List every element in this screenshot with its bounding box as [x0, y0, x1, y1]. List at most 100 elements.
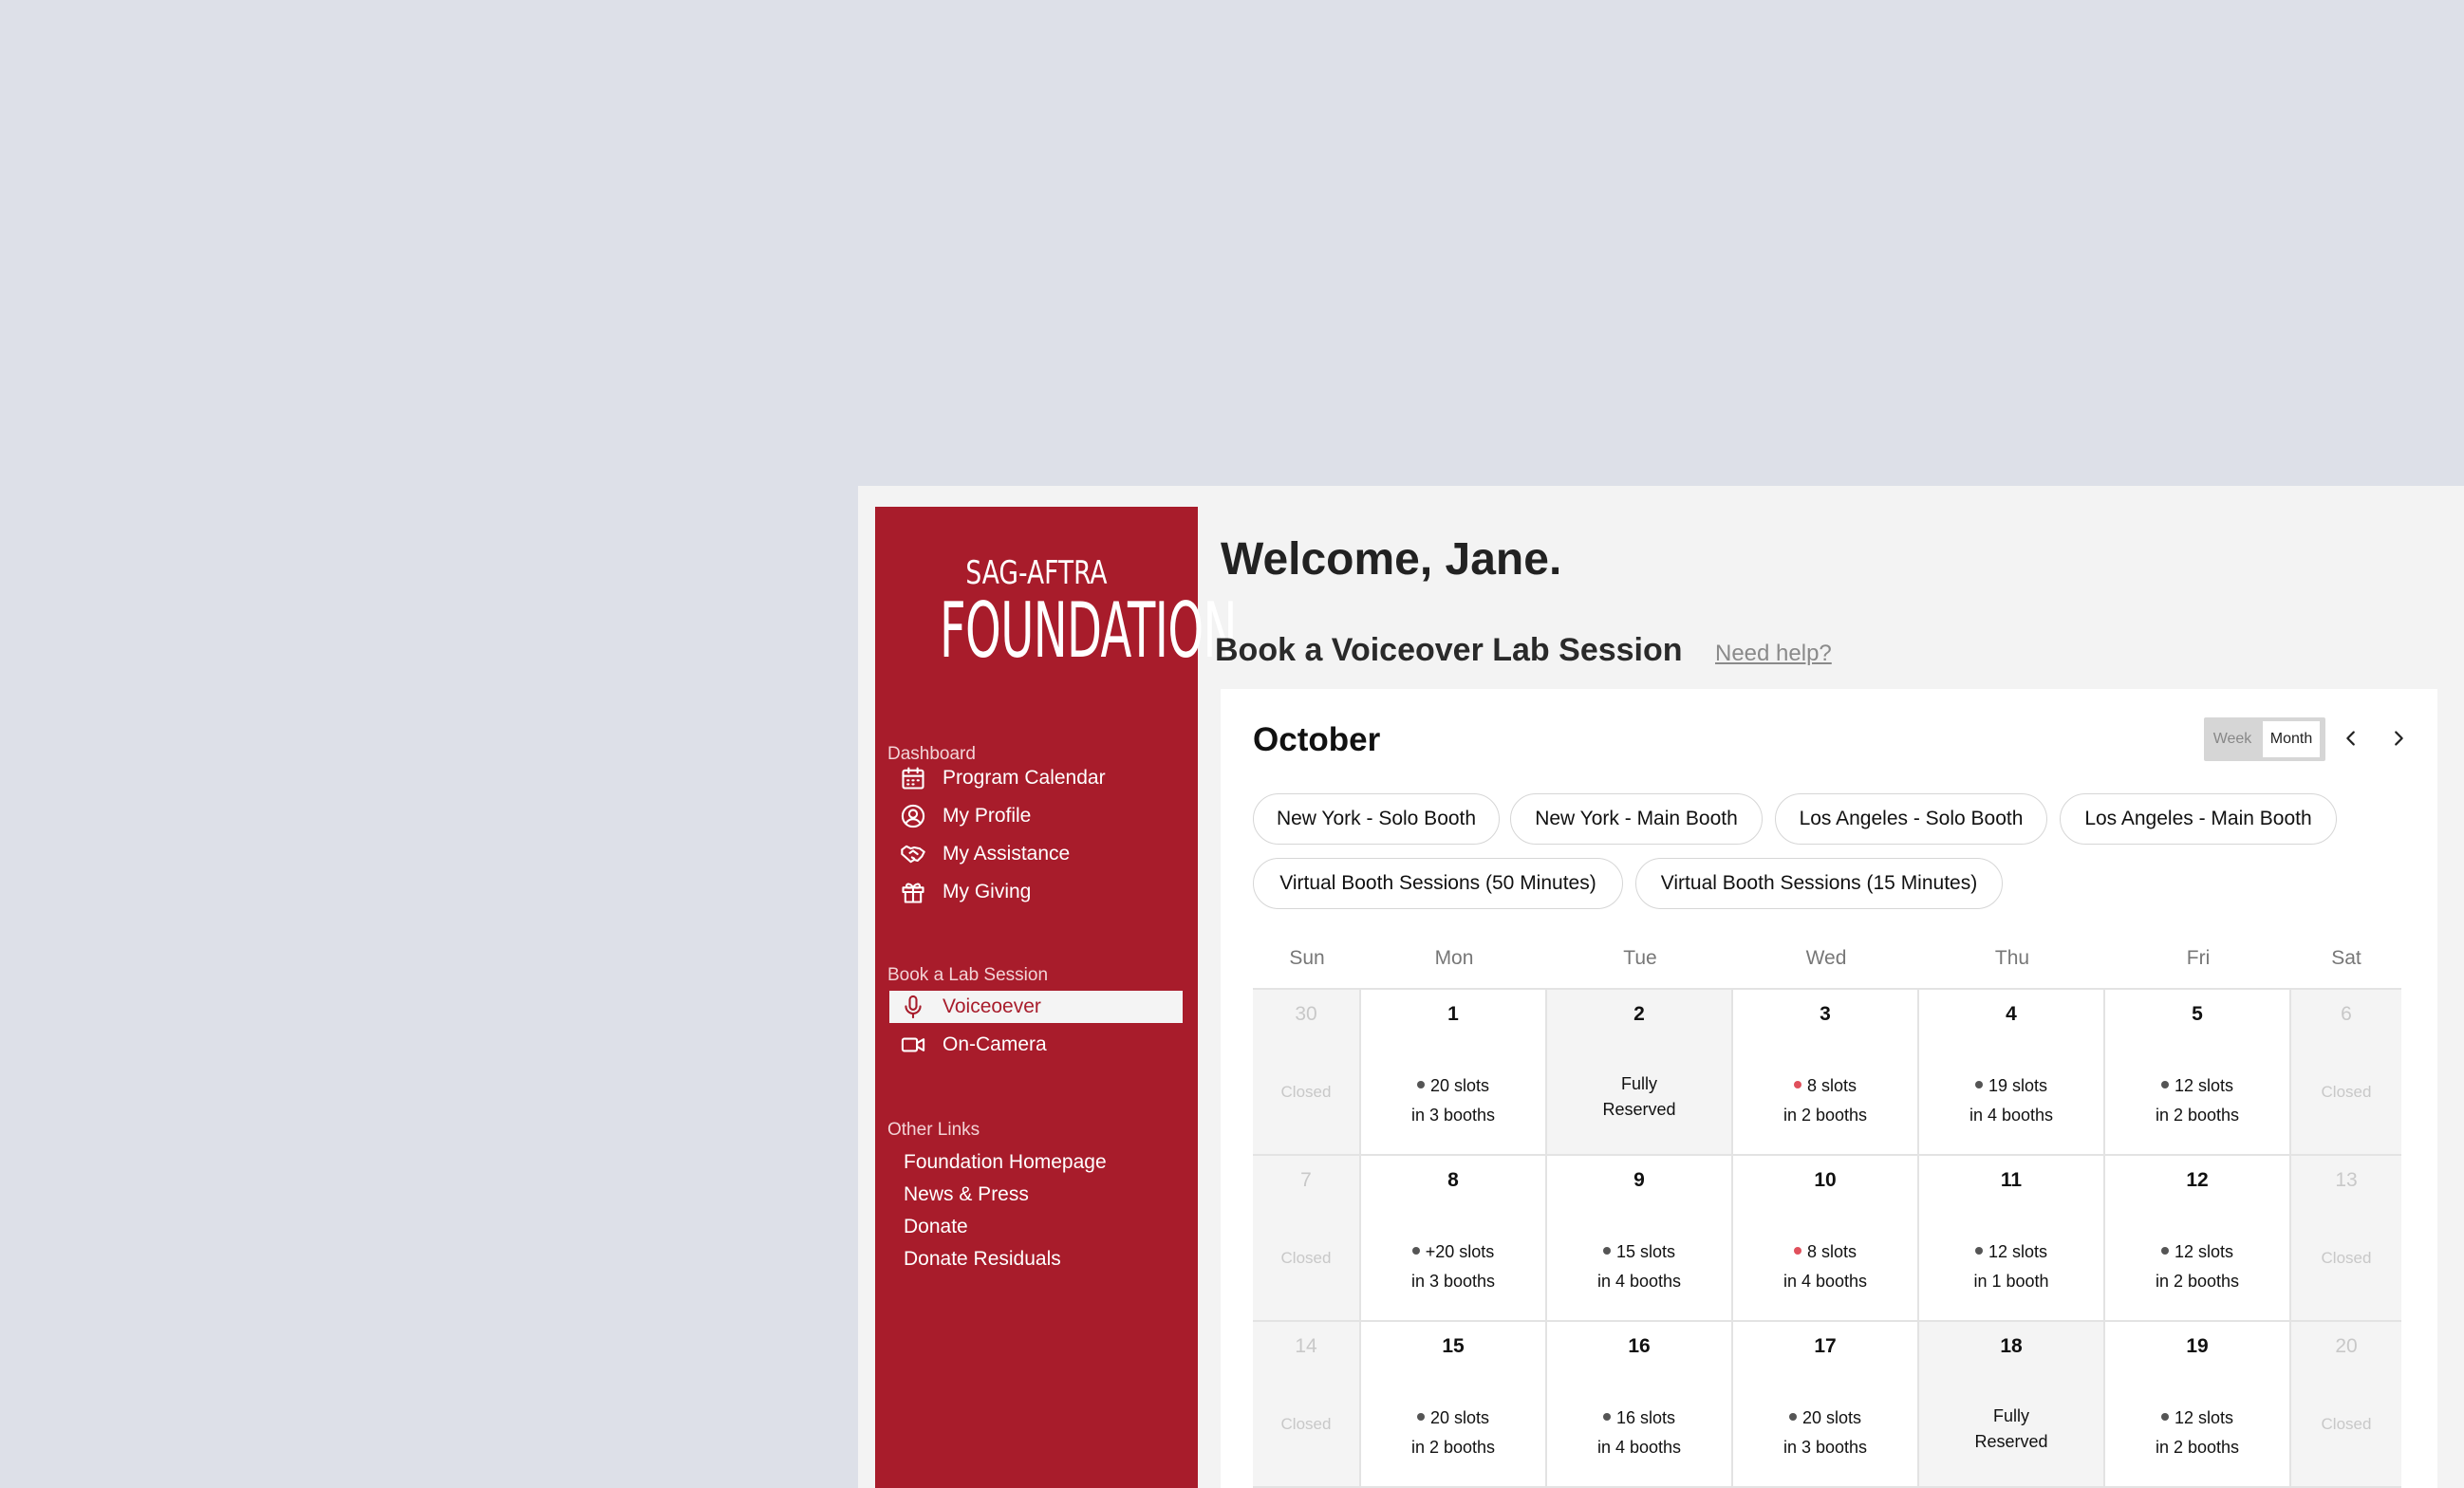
- need-help-link[interactable]: Need help?: [1715, 641, 1832, 667]
- day-number: 10: [1814, 1169, 1837, 1191]
- booth-filter-chip[interactable]: Los Angeles - Main Booth: [2060, 793, 2337, 845]
- day-number: 4: [2006, 1003, 2017, 1025]
- availability-info: 15 slots in 4 booths: [1547, 1237, 1731, 1296]
- sidebar-item-on-camera[interactable]: On-Camera: [889, 1028, 1198, 1062]
- day-number: 12: [2186, 1169, 2209, 1191]
- sidebar-item-program-calendar[interactable]: Program Calendar: [889, 761, 1198, 795]
- availability-dot-icon: [1793, 1081, 1801, 1089]
- closed-label: Closed: [2321, 1249, 2372, 1267]
- calendar-day-cell[interactable]: 19 12 slots in 2 booths: [2105, 1322, 2291, 1488]
- closed-label: Closed: [2321, 1415, 2372, 1433]
- booth-filter-chip[interactable]: Los Angeles - Solo Booth: [1775, 793, 2047, 845]
- chevron-right-icon: [2395, 731, 2403, 746]
- slots-line: 16 slots: [1547, 1404, 1731, 1433]
- availability-dot-icon: [1416, 1081, 1425, 1089]
- view-month-option[interactable]: Month: [2263, 721, 2320, 757]
- slots-count: 19 slots: [1988, 1076, 2048, 1095]
- booth-filter-chip[interactable]: Virtual Booth Sessions (50 Minutes): [1253, 858, 1623, 909]
- sidebar-item-voiceover[interactable]: Voiceoever: [889, 991, 1183, 1023]
- sidebar: SAG-AFTRA FOUNDATION Dashboard Program C…: [875, 507, 1237, 1488]
- foundation-logo[interactable]: SAG-AFTRA FOUNDATION: [875, 554, 1237, 670]
- closed-label: Closed: [1280, 1083, 1332, 1101]
- fully-reserved-line: Fully: [1992, 1406, 2029, 1425]
- slots-line: 20 slots: [1361, 1404, 1545, 1433]
- fully-reserved-line: Fully: [1620, 1074, 1657, 1093]
- availability-info: 12 slots in 1 booth: [1919, 1237, 2103, 1296]
- microphone-icon: [899, 993, 927, 1021]
- booths-count: in 3 booths: [1410, 1272, 1496, 1291]
- availability-info: 12 slots in 2 booths: [2105, 1404, 2289, 1462]
- calendar-day-cell[interactable]: 12 12 slots in 2 booths: [2105, 1156, 2291, 1322]
- chevron-left-icon: [2346, 731, 2355, 746]
- day-number: 5: [2192, 1003, 2203, 1025]
- calendar-day-cell: 2 Fully Reserved: [1547, 990, 1733, 1156]
- sidebar-item-my-assistance[interactable]: My Assistance: [889, 837, 1198, 871]
- booth-filter-chip[interactable]: Virtual Booth Sessions (15 Minutes): [1635, 858, 2003, 909]
- availability-dot-icon: [2160, 1247, 2169, 1256]
- calendar-day-cell[interactable]: 3 8 slots in 2 booths: [1733, 990, 1919, 1156]
- slots-count: 20 slots: [1429, 1408, 1490, 1427]
- link-foundation-homepage[interactable]: Foundation Homepage: [904, 1151, 1107, 1174]
- calendar-day-cell[interactable]: 5 12 slots in 2 booths: [2105, 990, 2291, 1156]
- view-toggle: Week Month: [2204, 717, 2325, 761]
- fully-reserved-label: Fully Reserved: [1547, 1071, 1731, 1123]
- calendar-day-cell: 18 Fully Reserved: [1919, 1322, 2105, 1488]
- day-number: 3: [1820, 1003, 1831, 1025]
- day-number: 6: [2341, 1003, 2352, 1025]
- availability-dot-icon: [2160, 1413, 2169, 1422]
- calendar-day-cell[interactable]: 9 15 slots in 4 booths: [1547, 1156, 1733, 1322]
- next-month-button[interactable]: [2381, 721, 2416, 755]
- month-title: October: [1253, 721, 1381, 758]
- calendar-day-cell[interactable]: 15 20 slots in 2 booths: [1361, 1322, 1547, 1488]
- slots-count: 20 slots: [1429, 1076, 1490, 1095]
- link-donate-residuals[interactable]: Donate Residuals: [904, 1248, 1061, 1271]
- prev-month-button[interactable]: [2334, 721, 2368, 755]
- sidebar-item-label: My Profile: [943, 805, 1032, 827]
- weekday-header-tue: Tue: [1623, 947, 1657, 969]
- booth-filter-chip[interactable]: New York - Main Booth: [1510, 793, 1763, 845]
- sidebar-item-label: Voiceoever: [943, 995, 1041, 1017]
- availability-dot-icon: [2160, 1081, 2169, 1089]
- booth-filter-chip[interactable]: New York - Solo Booth: [1253, 793, 1500, 845]
- link-donate[interactable]: Donate: [904, 1216, 968, 1238]
- day-number: 8: [1447, 1169, 1459, 1191]
- booths-count: in 4 booths: [1783, 1272, 1868, 1291]
- day-number: 19: [2186, 1335, 2209, 1357]
- booths-count: in 4 booths: [1596, 1272, 1682, 1291]
- availability-info: 20 slots in 3 booths: [1361, 1071, 1545, 1130]
- availability-dot-icon: [1788, 1413, 1797, 1422]
- user-circle-icon: [899, 802, 927, 830]
- sidebar-item-label: My Assistance: [943, 843, 1071, 865]
- availability-dot-icon: [1974, 1081, 1983, 1089]
- sidebar-item-label: Program Calendar: [943, 767, 1106, 789]
- gift-icon: [899, 878, 927, 906]
- calendar-day-cell[interactable]: 11 12 slots in 1 booth: [1919, 1156, 2105, 1322]
- view-week-option[interactable]: Week: [2204, 731, 2261, 748]
- availability-info: 16 slots in 4 booths: [1547, 1404, 1731, 1462]
- sidebar-item-my-profile[interactable]: My Profile: [889, 799, 1198, 833]
- calendar-day-cell[interactable]: 17 20 slots in 3 booths: [1733, 1322, 1919, 1488]
- slots-line: 12 slots: [2105, 1071, 2289, 1101]
- availability-info: 12 slots in 2 booths: [2105, 1237, 2289, 1296]
- link-news-press[interactable]: News & Press: [904, 1183, 1029, 1206]
- slots-line: 8 slots: [1733, 1237, 1917, 1267]
- calendar-day-cell[interactable]: 16 16 slots in 4 booths: [1547, 1322, 1733, 1488]
- calendar-day-cell: 30 Closed: [1253, 990, 1361, 1156]
- calendar-day-cell[interactable]: 8 +20 slots in 3 booths: [1361, 1156, 1547, 1322]
- calendar-day-cell[interactable]: 4 19 slots in 4 booths: [1919, 990, 2105, 1156]
- day-number: 2: [1633, 1003, 1645, 1025]
- calendar-day-cell[interactable]: 10 8 slots in 4 booths: [1733, 1156, 1919, 1322]
- availability-dot-icon: [1602, 1413, 1611, 1422]
- fully-reserved-label: Fully Reserved: [1919, 1404, 2103, 1455]
- weekday-header-sun: Sun: [1289, 947, 1325, 969]
- availability-info: +20 slots in 3 booths: [1361, 1237, 1545, 1296]
- booths-count: in 1 booth: [1973, 1272, 2049, 1291]
- sidebar-item-label: My Giving: [943, 881, 1032, 902]
- slots-count: 12 slots: [2174, 1242, 2234, 1261]
- calendar-day-cell: 6 Closed: [2291, 990, 2401, 1156]
- fully-reserved-line: Reserved: [1602, 1100, 1676, 1119]
- calendar-day-cell[interactable]: 1 20 slots in 3 booths: [1361, 990, 1547, 1156]
- sidebar-item-my-giving[interactable]: My Giving: [889, 875, 1198, 909]
- availability-dot-icon: [1602, 1247, 1611, 1256]
- slots-line: 12 slots: [2105, 1404, 2289, 1433]
